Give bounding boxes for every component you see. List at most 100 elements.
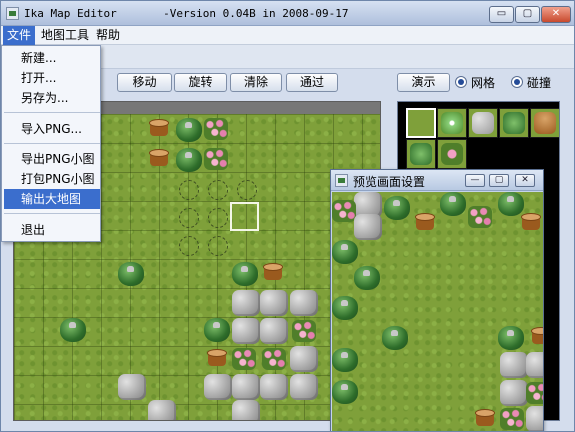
palette-tile-bush[interactable] [499,108,529,138]
stone-icon [232,318,260,344]
flower-icon [204,118,228,140]
menu-item-save-as[interactable]: 另存为... [4,88,100,108]
menu-item-new[interactable]: 新建... [4,48,100,68]
bush-icon [332,296,358,320]
menu-item-exit[interactable]: 退出 [4,220,100,240]
stone-icon [204,374,232,400]
flower-icon [500,408,524,430]
menu-separator [4,112,100,113]
bush-icon [498,326,524,350]
stone-icon [232,400,260,420]
stone-icon [260,318,288,344]
grid-label: 网格 [471,76,496,90]
preview-viewport[interactable] [332,192,543,431]
path-marker-icon [179,208,199,228]
stone-icon [232,290,260,316]
flower-icon [292,320,316,342]
preview-close-button[interactable]: ✕ [515,174,535,187]
preview-title: 预览画面设置 [353,175,426,189]
stone-icon [500,380,528,406]
grid-radio[interactable] [455,76,467,88]
bush-icon [440,192,466,216]
stone-icon [354,214,382,240]
bush-icon [204,318,230,342]
menu-separator [4,143,100,144]
path-marker-icon [208,236,228,256]
menu-help[interactable]: 帮助 [92,26,124,45]
stump-icon [204,346,230,370]
stump-icon [518,210,543,234]
minimize-button[interactable]: ▭ [489,6,514,23]
bush-icon [176,118,202,142]
stone-icon [290,374,318,400]
tile-cursor [230,202,259,231]
pass-button[interactable]: 通过 [286,73,338,92]
collision-radio[interactable] [511,76,523,88]
bush-icon [60,318,86,342]
main-window: Ika Map Editor -Version 0.04B in 2008-09… [0,0,575,432]
stone-icon [500,352,528,378]
preview-title-bar[interactable]: 预览画面设置 — ▢ ✕ [331,170,543,191]
stone-icon [290,346,318,372]
bush-icon [354,266,380,290]
stone-icon [290,290,318,316]
app-icon [6,7,19,20]
bush-icon [332,240,358,264]
bush-icon [232,262,258,286]
menu-map-tools[interactable]: 地图工具 [37,26,93,45]
stone-icon [232,374,260,400]
preview-app-icon [335,174,348,187]
title-bar[interactable]: Ika Map Editor -Version 0.04B in 2008-09… [1,1,574,26]
bush-icon [176,148,202,172]
bush-icon [332,348,358,372]
bush-icon [384,196,410,220]
stone-icon [260,290,288,316]
menu-bar: 文件 地图工具 帮助 [1,26,574,45]
menu-item-open[interactable]: 打开... [4,68,100,88]
bush-icon [332,380,358,404]
stone-icon [148,400,176,420]
stump-icon [260,260,286,284]
menu-item-export-png-tiles[interactable]: 导出PNG小图 [4,149,100,169]
palette-tile-bush[interactable] [406,139,436,169]
preview-maximize-button[interactable]: ▢ [489,174,509,187]
close-button[interactable]: ✕ [541,6,571,23]
maximize-button[interactable]: ▢ [515,6,540,23]
path-marker-icon [179,180,199,200]
file-menu-dropdown: 新建... 打开... 另存为... 导入PNG... 导出PNG小图 打包PN… [1,45,101,242]
stump-icon [472,406,498,430]
demo-button[interactable]: 演示 [397,73,450,92]
preview-minimize-button[interactable]: — [465,174,485,187]
stump-icon [146,146,172,170]
stone-icon [118,374,146,400]
flower-icon [526,382,543,404]
path-marker-icon [179,236,199,256]
path-marker-icon [208,208,228,228]
palette-tile-flower[interactable] [437,108,467,138]
move-button[interactable]: 移动 [117,73,172,92]
clear-button[interactable]: 清除 [230,73,282,92]
flower-icon [204,148,228,170]
menu-item-pack-png-tiles[interactable]: 打包PNG小图 [4,169,100,189]
palette-tile-stone[interactable] [468,108,498,138]
stump-icon [528,324,543,348]
palette-tile-pink-flower[interactable] [437,139,467,169]
menu-separator [4,213,100,214]
stone-icon [526,352,543,378]
bush-icon [118,262,144,286]
stone-icon [260,374,288,400]
flower-icon [232,348,256,370]
path-marker-icon [237,180,257,200]
menu-item-import-png[interactable]: 导入PNG... [4,119,100,139]
flower-icon [332,200,356,222]
palette-tile-stump[interactable] [530,108,559,138]
flower-icon [468,206,492,228]
bush-icon [382,326,408,350]
menu-item-export-big-map[interactable]: 输出大地图 [4,189,100,209]
collision-label: 碰撞 [527,76,552,90]
path-marker-icon [208,180,228,200]
menu-file[interactable]: 文件 [3,26,36,45]
preview-window: 预览画面设置 — ▢ ✕ [330,169,544,431]
palette-tile-grass[interactable] [406,108,436,138]
rotate-button[interactable]: 旋转 [174,73,227,92]
